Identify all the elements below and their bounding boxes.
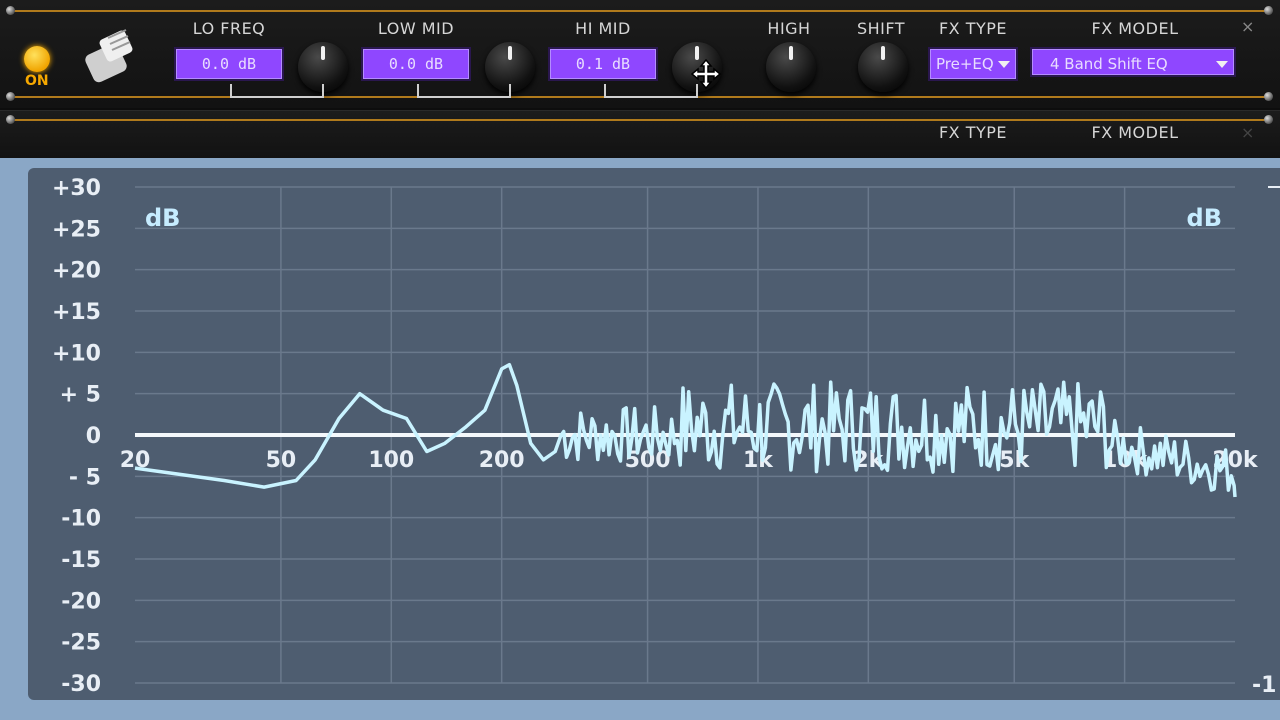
chevron-down-icon xyxy=(1216,61,1228,68)
x-axis-tick-label: 200 xyxy=(479,448,525,473)
low-mid-label: LOW MID xyxy=(377,19,455,38)
screw-icon xyxy=(1264,115,1273,124)
rack-rail-top xyxy=(8,10,1272,12)
screw-icon xyxy=(1264,92,1273,101)
db-unit-left: dB xyxy=(145,204,180,232)
x-axis-tick-label: 1k xyxy=(743,448,774,473)
y-axis-tick-label: +10 xyxy=(52,341,101,366)
close-icon[interactable]: × xyxy=(1241,123,1254,142)
fx-type-value: Pre+EQ xyxy=(936,55,994,73)
shift-knob[interactable] xyxy=(858,42,908,92)
link-bracket xyxy=(604,84,698,98)
y-axis-tick-label: -25 xyxy=(61,631,101,656)
screw-icon xyxy=(6,92,15,101)
fx-type-label-2: FX TYPE xyxy=(938,123,1008,142)
hi-mid-value[interactable]: 0.1 dB xyxy=(548,47,658,81)
close-icon[interactable]: × xyxy=(1241,17,1254,36)
power-button[interactable] xyxy=(24,46,50,72)
eq-graph-panel: +30 +25 +20 +15 +10 + 50- 5 -10 -15 -20 -25 -30 20 5… xyxy=(0,158,1280,720)
fx-type-label: FX TYPE xyxy=(938,19,1008,38)
y-axis-tick-label: +30 xyxy=(52,176,101,201)
y-axis-tick-label: -20 xyxy=(61,589,101,614)
rack-rail-top xyxy=(8,119,1272,121)
fx-slot-1: ON LO FREQ 0.0 dB LOW MID 0.0 dB HI MID … xyxy=(0,0,1280,108)
x-axis-tick-label: 50 xyxy=(266,448,297,473)
fx-slot-2: FX TYPE FX MODEL × xyxy=(0,110,1280,159)
microphone-icon xyxy=(85,29,133,83)
eq-response-graph[interactable]: +30+25+20+15+10+ 50- 5-10-15-20-25-3020 5… xyxy=(0,158,1280,720)
y-axis-tick-label: 0 xyxy=(86,424,101,449)
link-bracket xyxy=(417,84,511,98)
y-axis-tick-label: +20 xyxy=(52,259,101,284)
fx-rack: ON LO FREQ 0.0 dB LOW MID 0.0 dB HI MID … xyxy=(0,0,1280,159)
hi-mid-label: HI MID xyxy=(575,19,631,38)
screw-icon xyxy=(6,115,15,124)
fx-model-label-2: FX MODEL xyxy=(1091,123,1179,142)
power-label: ON xyxy=(25,73,49,89)
y-axis-tick-label: +25 xyxy=(52,217,101,242)
fx-model-select[interactable]: 4 Band Shift EQ xyxy=(1030,47,1236,77)
move-cursor-icon xyxy=(690,58,722,90)
y-axis-tick-label: -15 xyxy=(61,548,101,573)
high-knob[interactable] xyxy=(766,42,816,92)
fx-model-label: FX MODEL xyxy=(1091,19,1179,38)
y-axis-tick-label: +15 xyxy=(52,300,101,325)
x-axis-tick-label: 100 xyxy=(368,448,414,473)
screw-icon xyxy=(1264,6,1273,15)
shift-label: SHIFT xyxy=(856,19,906,38)
fx-type-select[interactable]: Pre+EQ xyxy=(928,47,1018,81)
y-axis-tick-label: -30 xyxy=(61,672,101,697)
screw-icon xyxy=(6,6,15,15)
lo-freq-label: LO FREQ xyxy=(192,19,266,38)
low-mid-value[interactable]: 0.0 dB xyxy=(361,47,471,81)
high-label: HIGH xyxy=(767,19,811,38)
db-unit-right: dB xyxy=(1187,204,1222,232)
link-bracket xyxy=(230,84,324,98)
x-axis-tick-label: 5k xyxy=(999,448,1030,473)
lo-freq-value[interactable]: 0.0 dB xyxy=(174,47,284,81)
y-axis-tick-label: - 5 xyxy=(69,465,101,490)
chevron-down-icon xyxy=(998,61,1010,68)
eq-response-curve xyxy=(134,362,1237,498)
right-edge-label: -1 xyxy=(1252,673,1276,698)
y-axis-tick-label: + 5 xyxy=(60,383,101,408)
fx-model-value: 4 Band Shift EQ xyxy=(1050,55,1168,73)
y-axis-tick-label: -10 xyxy=(61,507,101,532)
